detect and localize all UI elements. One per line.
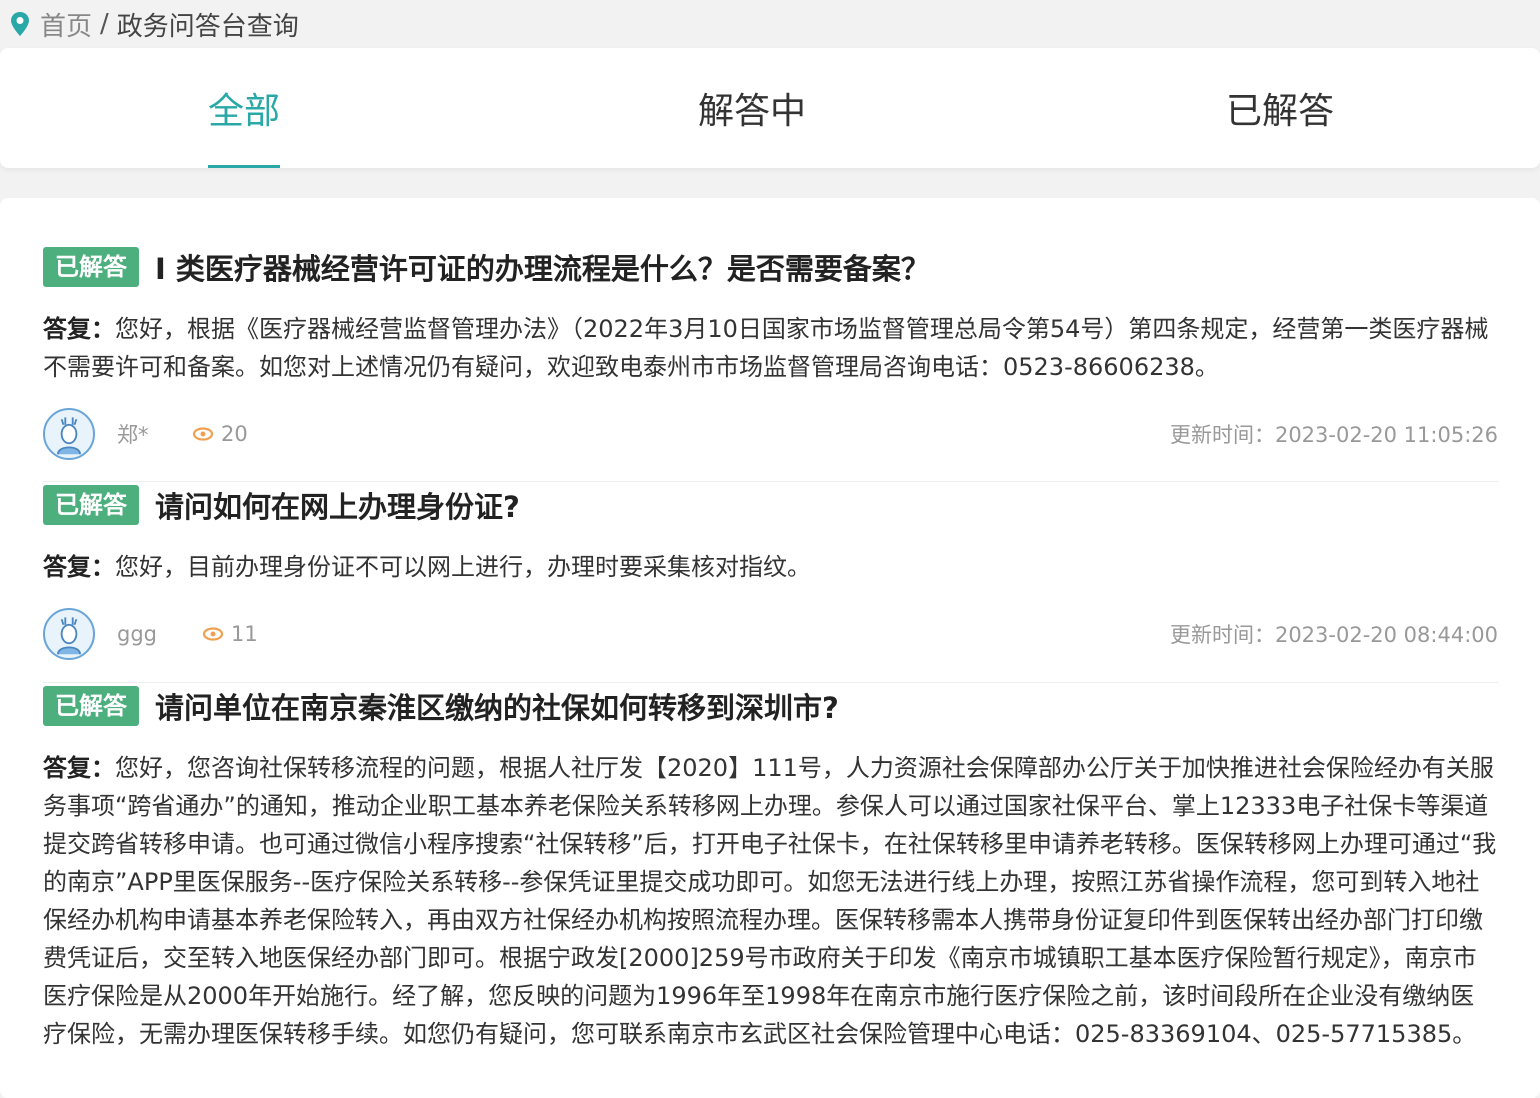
view-count: 11 [231, 622, 258, 646]
answer-body: 您好，您咨询社保转移流程的问题，根据人社厅发【2020】111号，人力资源社会保… [43, 754, 1497, 1048]
tab-all-label: 全部 [208, 91, 281, 132]
answer-label: 答复： [43, 553, 115, 581]
tab-all[interactable]: 全部 [208, 48, 280, 168]
tab-answering-label: 解答中 [698, 91, 807, 132]
question-title-link[interactable]: 请问如何在网上办理身份证? [155, 484, 520, 526]
question-meta: 郑* 20 更新时间：2023-02-20 11:05:26 [43, 406, 1498, 462]
answer-text: 答复：您好，您咨询社保转移流程的问题，根据人社厅发【2020】111号，人力资源… [43, 749, 1498, 1053]
tab-answered[interactable]: 已解答 [1226, 48, 1334, 168]
breadcrumb: 首页 / 政务问答台查询 [0, 0, 1540, 48]
answer-label: 答复： [43, 754, 115, 782]
breadcrumb-current: 政务问答台查询 [116, 11, 299, 42]
deer-avatar-icon [57, 417, 81, 455]
answer-label: 答复： [43, 315, 115, 343]
updated-time: 更新时间：2023-02-20 11:05:26 [1169, 423, 1498, 447]
answer-body: 您好，根据《医疗器械经营监督管理办法》（2022年3月10日国家市场监督管理总局… [43, 315, 1489, 381]
divider [43, 481, 1498, 482]
tab-active-indicator [208, 165, 280, 168]
author-name: 郑* [117, 423, 149, 447]
breadcrumb-home-link[interactable]: 首页 [40, 6, 92, 43]
tab-answering[interactable]: 解答中 [698, 48, 806, 168]
avatar [43, 408, 95, 460]
divider [43, 682, 1498, 683]
status-badge: 已解答 [43, 686, 139, 726]
deer-avatar-icon [57, 617, 81, 655]
updated-time: 更新时间：2023-02-20 08:44:00 [1169, 623, 1498, 647]
status-badge: 已解答 [43, 247, 139, 287]
eye-icon [193, 427, 213, 441]
tab-bar: 全部 解答中 已解答 [0, 48, 1540, 168]
eye-icon [203, 627, 223, 641]
answer-text: 答复：您好，目前办理身份证不可以网上进行，办理时要采集核对指纹。 [43, 548, 1498, 586]
view-count: 20 [221, 422, 248, 446]
question-list: 已解答 I 类医疗器械经营许可证的办理流程是什么？是否需要备案？ 答复：您好，根… [0, 198, 1540, 1098]
location-pin-icon [11, 12, 29, 36]
answer-body: 您好，目前办理身份证不可以网上进行，办理时要采集核对指纹。 [115, 553, 811, 581]
question-item: 已解答 I 类医疗器械经营许可证的办理流程是什么？是否需要备案？ 答复：您好，根… [43, 246, 1498, 462]
avatar [43, 608, 95, 660]
question-item: 已解答 请问如何在网上办理身份证? 答复：您好，目前办理身份证不可以网上进行，办… [43, 484, 1498, 662]
breadcrumb-separator: / [100, 9, 109, 39]
question-item: 已解答 请问单位在南京秦淮区缴纳的社保如何转移到深圳市? 答复：您好，您咨询社保… [43, 685, 1498, 1053]
author-name: ggg [117, 622, 157, 646]
question-title-link[interactable]: 请问单位在南京秦淮区缴纳的社保如何转移到深圳市? [155, 685, 839, 727]
answer-text: 答复：您好，根据《医疗器械经营监督管理办法》（2022年3月10日国家市场监督管… [43, 310, 1498, 386]
question-title-link[interactable]: I 类医疗器械经营许可证的办理流程是什么？是否需要备案？ [155, 246, 930, 288]
status-badge: 已解答 [43, 485, 139, 525]
question-meta: ggg 11 更新时间：2023-02-20 08:44:00 [43, 606, 1498, 662]
tab-answered-label: 已解答 [1226, 91, 1335, 132]
